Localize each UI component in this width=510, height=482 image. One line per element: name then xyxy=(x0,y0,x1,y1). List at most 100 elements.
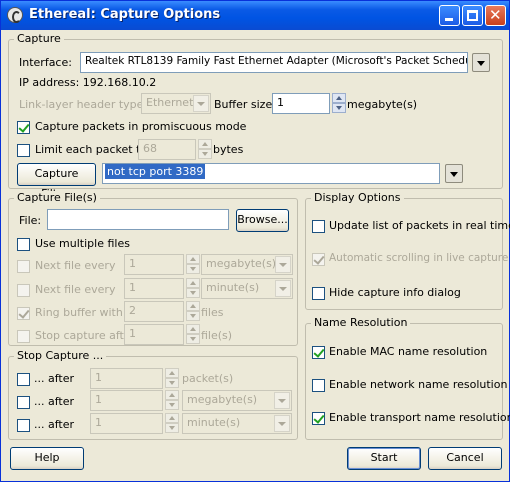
next-file-time-input[interactable]: 1 xyxy=(124,278,184,299)
chevron-down-icon xyxy=(193,95,209,112)
chevron-down-icon xyxy=(274,415,290,432)
transport-resolution-label: Enable transport name resolution xyxy=(329,411,510,424)
maximize-icon xyxy=(467,10,478,21)
update-realtime-checkbox[interactable] xyxy=(312,220,325,233)
start-button[interactable]: Start xyxy=(347,447,421,470)
stop-after-packets-input[interactable]: 1 xyxy=(90,368,163,389)
stop-after-size-checkbox[interactable] xyxy=(17,396,30,409)
link-layer-combo[interactable]: Ethernet xyxy=(141,93,211,114)
link-layer-value: Ethernet xyxy=(146,96,194,109)
cancel-button[interactable]: Cancel xyxy=(428,447,502,470)
stop-after-size-label: ... after xyxy=(34,395,75,408)
buffer-unit-label: megabyte(s) xyxy=(347,98,418,111)
interface-dropdown-button[interactable] xyxy=(472,53,490,72)
interface-label: Interface: xyxy=(19,56,72,69)
auto-scroll-label: Automatic scrolling in live capture xyxy=(329,252,509,264)
capture-filter-value: not tcp port 3389 xyxy=(105,164,206,179)
capture-group-legend: Capture xyxy=(14,32,64,45)
buffer-size-input[interactable]: 1 xyxy=(272,93,330,114)
stop-after-time-input[interactable]: 1 xyxy=(90,413,163,434)
maximize-button[interactable] xyxy=(462,5,483,26)
hide-info-checkbox[interactable] xyxy=(312,287,325,300)
stop-after-size-unit: megabyte(s) xyxy=(187,393,258,406)
use-multiple-files-label: Use multiple files xyxy=(35,237,130,250)
stop-after-time-spinner[interactable] xyxy=(165,413,179,434)
ring-buffer-spinner[interactable] xyxy=(186,301,200,322)
auto-scroll-checkbox[interactable] xyxy=(312,253,325,266)
limit-unit-label: bytes xyxy=(213,143,244,156)
capture-options-window: Ethereal: Capture Options ✕ Capture Inte… xyxy=(0,0,510,482)
limit-packet-checkbox[interactable] xyxy=(17,144,30,157)
update-realtime-label: Update list of packets in real time xyxy=(329,219,510,232)
ethereal-app-icon xyxy=(7,7,23,23)
limit-packet-input[interactable]: 68 xyxy=(138,139,196,160)
file-input[interactable] xyxy=(47,209,229,230)
next-file-size-spinner[interactable] xyxy=(186,254,200,275)
next-file-size-checkbox[interactable] xyxy=(17,260,30,273)
transport-resolution-checkbox[interactable] xyxy=(312,412,325,425)
capture-files-legend: Capture File(s) xyxy=(14,191,100,204)
stop-after-time-unit-combo[interactable]: minute(s) xyxy=(182,413,292,434)
ring-buffer-unit: files xyxy=(201,306,224,319)
next-file-time-checkbox[interactable] xyxy=(17,284,30,297)
ring-buffer-label: Ring buffer with xyxy=(35,306,123,319)
stop-after-time-checkbox[interactable] xyxy=(17,419,30,432)
next-file-size-input[interactable]: 1 xyxy=(124,254,184,275)
stop-after-files-spinner[interactable] xyxy=(186,324,200,345)
stop-after-packets-label: ... after xyxy=(34,372,75,385)
limit-packet-label: Limit each packet to xyxy=(35,143,148,156)
close-icon: ✕ xyxy=(489,6,502,24)
buffer-size-spinner[interactable] xyxy=(332,93,346,114)
ring-buffer-checkbox[interactable] xyxy=(17,307,30,320)
stop-after-size-input[interactable]: 1 xyxy=(90,390,163,411)
hide-info-label: Hide capture info dialog xyxy=(329,286,461,299)
next-file-size-unit-combo[interactable]: megabyte(s) xyxy=(201,254,293,275)
stop-capture-legend: Stop Capture ... xyxy=(14,349,107,362)
help-button[interactable]: Help xyxy=(10,447,84,470)
link-layer-label: Link-layer header type: xyxy=(19,98,148,111)
next-file-time-spinner[interactable] xyxy=(186,278,200,299)
network-resolution-checkbox[interactable] xyxy=(312,379,325,392)
stop-after-packets-checkbox[interactable] xyxy=(17,373,30,386)
limit-packet-spinner[interactable] xyxy=(198,139,212,160)
title-bar[interactable]: Ethereal: Capture Options ✕ xyxy=(1,1,509,30)
chevron-down-icon xyxy=(274,392,290,409)
capture-filter-dropdown-button[interactable] xyxy=(445,164,463,183)
stop-after-size-unit-combo[interactable]: megabyte(s) xyxy=(182,390,292,411)
stop-after-packets-spinner[interactable] xyxy=(165,368,179,389)
next-file-size-unit: megabyte(s) xyxy=(206,257,277,270)
stop-after-files-input[interactable]: 1 xyxy=(124,324,184,345)
stop-after-time-unit: minute(s) xyxy=(187,416,241,429)
chevron-down-icon xyxy=(275,256,291,273)
minimize-button[interactable] xyxy=(439,5,460,26)
stop-after-packets-unit: packet(s) xyxy=(182,372,234,385)
stop-after-files-unit: file(s) xyxy=(201,329,233,342)
network-resolution-label: Enable network name resolution xyxy=(329,378,508,391)
window-title: Ethereal: Capture Options xyxy=(29,7,221,22)
display-options-legend: Display Options xyxy=(311,191,404,204)
close-button[interactable]: ✕ xyxy=(485,5,506,26)
ip-address-text: IP address: 192.168.10.2 xyxy=(19,76,157,89)
next-file-time-unit: minute(s) xyxy=(206,281,260,294)
next-file-size-label: Next file every xyxy=(35,259,116,272)
stop-after-size-spinner[interactable] xyxy=(165,390,179,411)
next-file-time-unit-combo[interactable]: minute(s) xyxy=(201,278,293,299)
stop-after-files-label: Stop capture after xyxy=(35,329,136,342)
mac-resolution-checkbox[interactable] xyxy=(312,346,325,359)
buffer-size-label: Buffer size: xyxy=(214,98,276,111)
chevron-down-icon xyxy=(275,280,291,297)
mac-resolution-label: Enable MAC name resolution xyxy=(329,345,488,358)
use-multiple-files-checkbox[interactable] xyxy=(17,238,30,251)
next-file-time-label: Next file every xyxy=(35,283,116,296)
promiscuous-checkbox[interactable] xyxy=(17,121,30,134)
capture-filter-input[interactable]: not tcp port 3389 xyxy=(102,163,440,184)
browse-button[interactable]: Browse... xyxy=(236,209,289,232)
interface-combo[interactable]: Realtek RTL8139 Family Fast Ethernet Ada… xyxy=(80,52,468,73)
file-label: File: xyxy=(19,214,42,227)
stop-after-time-label: ... after xyxy=(34,418,75,431)
capture-filter-button[interactable]: Capture Filter: xyxy=(17,163,96,200)
ring-buffer-input[interactable]: 2 xyxy=(124,301,184,322)
stop-after-files-checkbox[interactable] xyxy=(17,330,30,343)
promiscuous-label: Capture packets in promiscuous mode xyxy=(35,120,247,133)
name-resolution-legend: Name Resolution xyxy=(311,316,411,329)
